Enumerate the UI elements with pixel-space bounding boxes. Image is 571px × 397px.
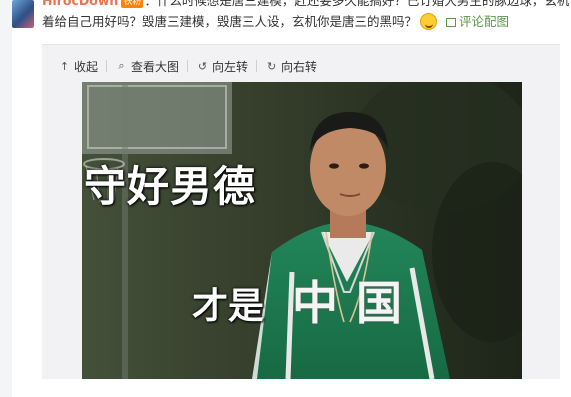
- pic-comment-link[interactable]: 评论配图: [446, 14, 509, 29]
- fan-badge: 铁粉: [121, 0, 144, 8]
- meme-image[interactable]: 守好男德 才是 中国: [82, 82, 522, 379]
- avatar[interactable]: [12, 0, 34, 28]
- meme-caption-top: 守好男德: [84, 162, 257, 211]
- arrow-up-icon: ↑: [59, 59, 70, 73]
- laughing-emoji-icon: [420, 13, 438, 30]
- rotate-right-label: 向右转: [281, 59, 318, 74]
- divider: [106, 60, 108, 72]
- meme-photo-graphic: [82, 82, 522, 379]
- rotate-right-button[interactable]: ↻ 向右转: [265, 58, 317, 75]
- left-gutter: [0, 0, 12, 397]
- search-icon: ⌕: [118, 59, 125, 72]
- collapse-button[interactable]: ↑ 收起: [58, 58, 98, 75]
- comment-text-line-1: ：什么时候想是唐三建模，赶还要多久能搞好？已订婚大男主的豚边球，玄机留: [144, 0, 571, 8]
- image-icon: [446, 18, 457, 27]
- pic-comment-label: 评论配图: [459, 14, 510, 29]
- divider: [256, 60, 258, 72]
- comment-line-1: HirocDown 铁粉 ：什么时候想是唐三建模，赶还要多久能搞好？已订婚大男主的豚…: [42, 0, 571, 11]
- rotate-right-icon: ↻: [266, 59, 277, 73]
- comment-text-line-2: 着给自己用好吗？毁唐三建模，毁唐三人设，玄机你是唐三的黑吗？: [42, 14, 418, 29]
- meme-caption-bottom: 才是: [192, 286, 265, 327]
- image-toolbar: ↑ 收起 ⌕ 查看大图 ↺ 向左转 ↻ 向右转: [58, 58, 317, 74]
- bottom-spacer: [12, 379, 571, 397]
- jersey-lettering: 中国: [292, 276, 420, 330]
- comment-line-2: 着给自己用好吗？毁唐三建模，毁唐三人设，玄机你是唐三的黑吗？ 评论配图: [42, 11, 571, 33]
- view-large-label: 查看大图: [131, 59, 180, 74]
- image-viewer: ↑ 收起 ⌕ 查看大图 ↺ 向左转 ↻ 向右转 守好男德 才是 中国: [42, 44, 560, 379]
- username-link[interactable]: HirocDown: [42, 0, 118, 8]
- rotate-left-icon: ↺: [197, 59, 208, 73]
- comment-text: HirocDown 铁粉 ：什么时候想是唐三建模，赶还要多久能搞好？已订婚大男主的豚…: [42, 0, 571, 44]
- divider: [187, 60, 189, 72]
- collapse-label: 收起: [74, 59, 99, 74]
- rotate-left-button[interactable]: ↺ 向左转: [196, 58, 248, 75]
- view-large-button[interactable]: ⌕ 查看大图: [115, 58, 179, 75]
- rotate-left-label: 向左转: [212, 59, 249, 74]
